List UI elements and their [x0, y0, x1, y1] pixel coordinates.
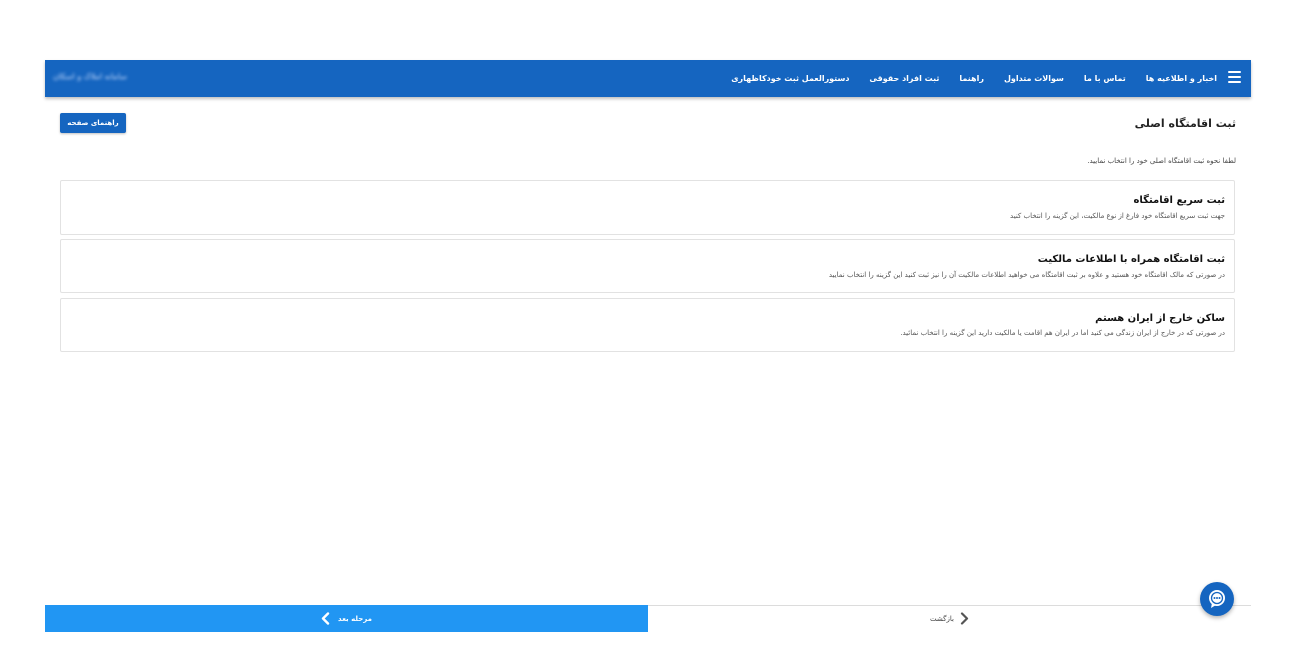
next-step-button[interactable]: مرحله بعد — [45, 605, 648, 632]
footer-bar: مرحله بعد بازگشت — [45, 605, 1251, 632]
option-description: جهت ثبت سریع اقامتگاه خود فارغ از نوع ما… — [1010, 212, 1225, 220]
nav-item-guide[interactable]: راهنما — [959, 74, 984, 83]
page-help-button[interactable]: راهنمای صفحه — [60, 113, 126, 133]
option-description: در صورتی که مالک اقامتگاه خود هستید و عل… — [828, 271, 1225, 279]
chat-bubble-icon — [1209, 590, 1225, 608]
option-title: ثبت سریع اقامتگاه — [1133, 195, 1225, 206]
hamburger-menu-icon[interactable] — [1228, 71, 1241, 83]
brand-title: سامانه املاک و اسکان — [53, 72, 127, 81]
chevron-left-icon — [321, 612, 330, 625]
nav-item-instructions[interactable]: دستورالعمل ثبت خودکاظهاری — [731, 74, 849, 83]
instruction-text: لطفا نحوه ثبت اقامتگاه اصلی خود را انتخا… — [1087, 157, 1236, 165]
nav-item-faq[interactable]: سوالات متداول — [1004, 74, 1064, 83]
app-container: اخبار و اطلاعیه ها تماس با ما سوالات متد… — [45, 60, 1251, 632]
option-card-abroad-resident[interactable]: ساکن خارج از ایران هستم در صورتی که در خ… — [60, 298, 1235, 352]
nav-item-news[interactable]: اخبار و اطلاعیه ها — [1146, 74, 1217, 83]
nav-item-contact[interactable]: تماس با ما — [1084, 74, 1126, 83]
back-label: بازگشت — [930, 614, 954, 623]
option-card-ownership-register[interactable]: ثبت اقامتگاه همراه با اطلاعات مالکیت در … — [60, 239, 1235, 293]
back-button[interactable]: بازگشت — [648, 605, 1251, 632]
nav-item-legal-entities[interactable]: ثبت افراد حقوقی — [869, 74, 939, 83]
chat-support-button[interactable] — [1200, 582, 1234, 616]
next-step-label: مرحله بعد — [338, 614, 372, 623]
chevron-right-icon — [960, 612, 969, 625]
option-title: ساکن خارج از ایران هستم — [1095, 313, 1225, 324]
page-title: ثبت اقامتگاه اصلی — [1134, 117, 1236, 130]
option-title: ثبت اقامتگاه همراه با اطلاعات مالکیت — [1037, 254, 1225, 265]
main-nav: اخبار و اطلاعیه ها تماس با ما سوالات متد… — [731, 60, 1217, 97]
top-navbar: اخبار و اطلاعیه ها تماس با ما سوالات متد… — [45, 60, 1251, 97]
option-description: در صورتی که در خارج از ایران زندگی می کن… — [900, 329, 1225, 337]
option-card-quick-register[interactable]: ثبت سریع اقامتگاه جهت ثبت سریع اقامتگاه … — [60, 180, 1235, 235]
